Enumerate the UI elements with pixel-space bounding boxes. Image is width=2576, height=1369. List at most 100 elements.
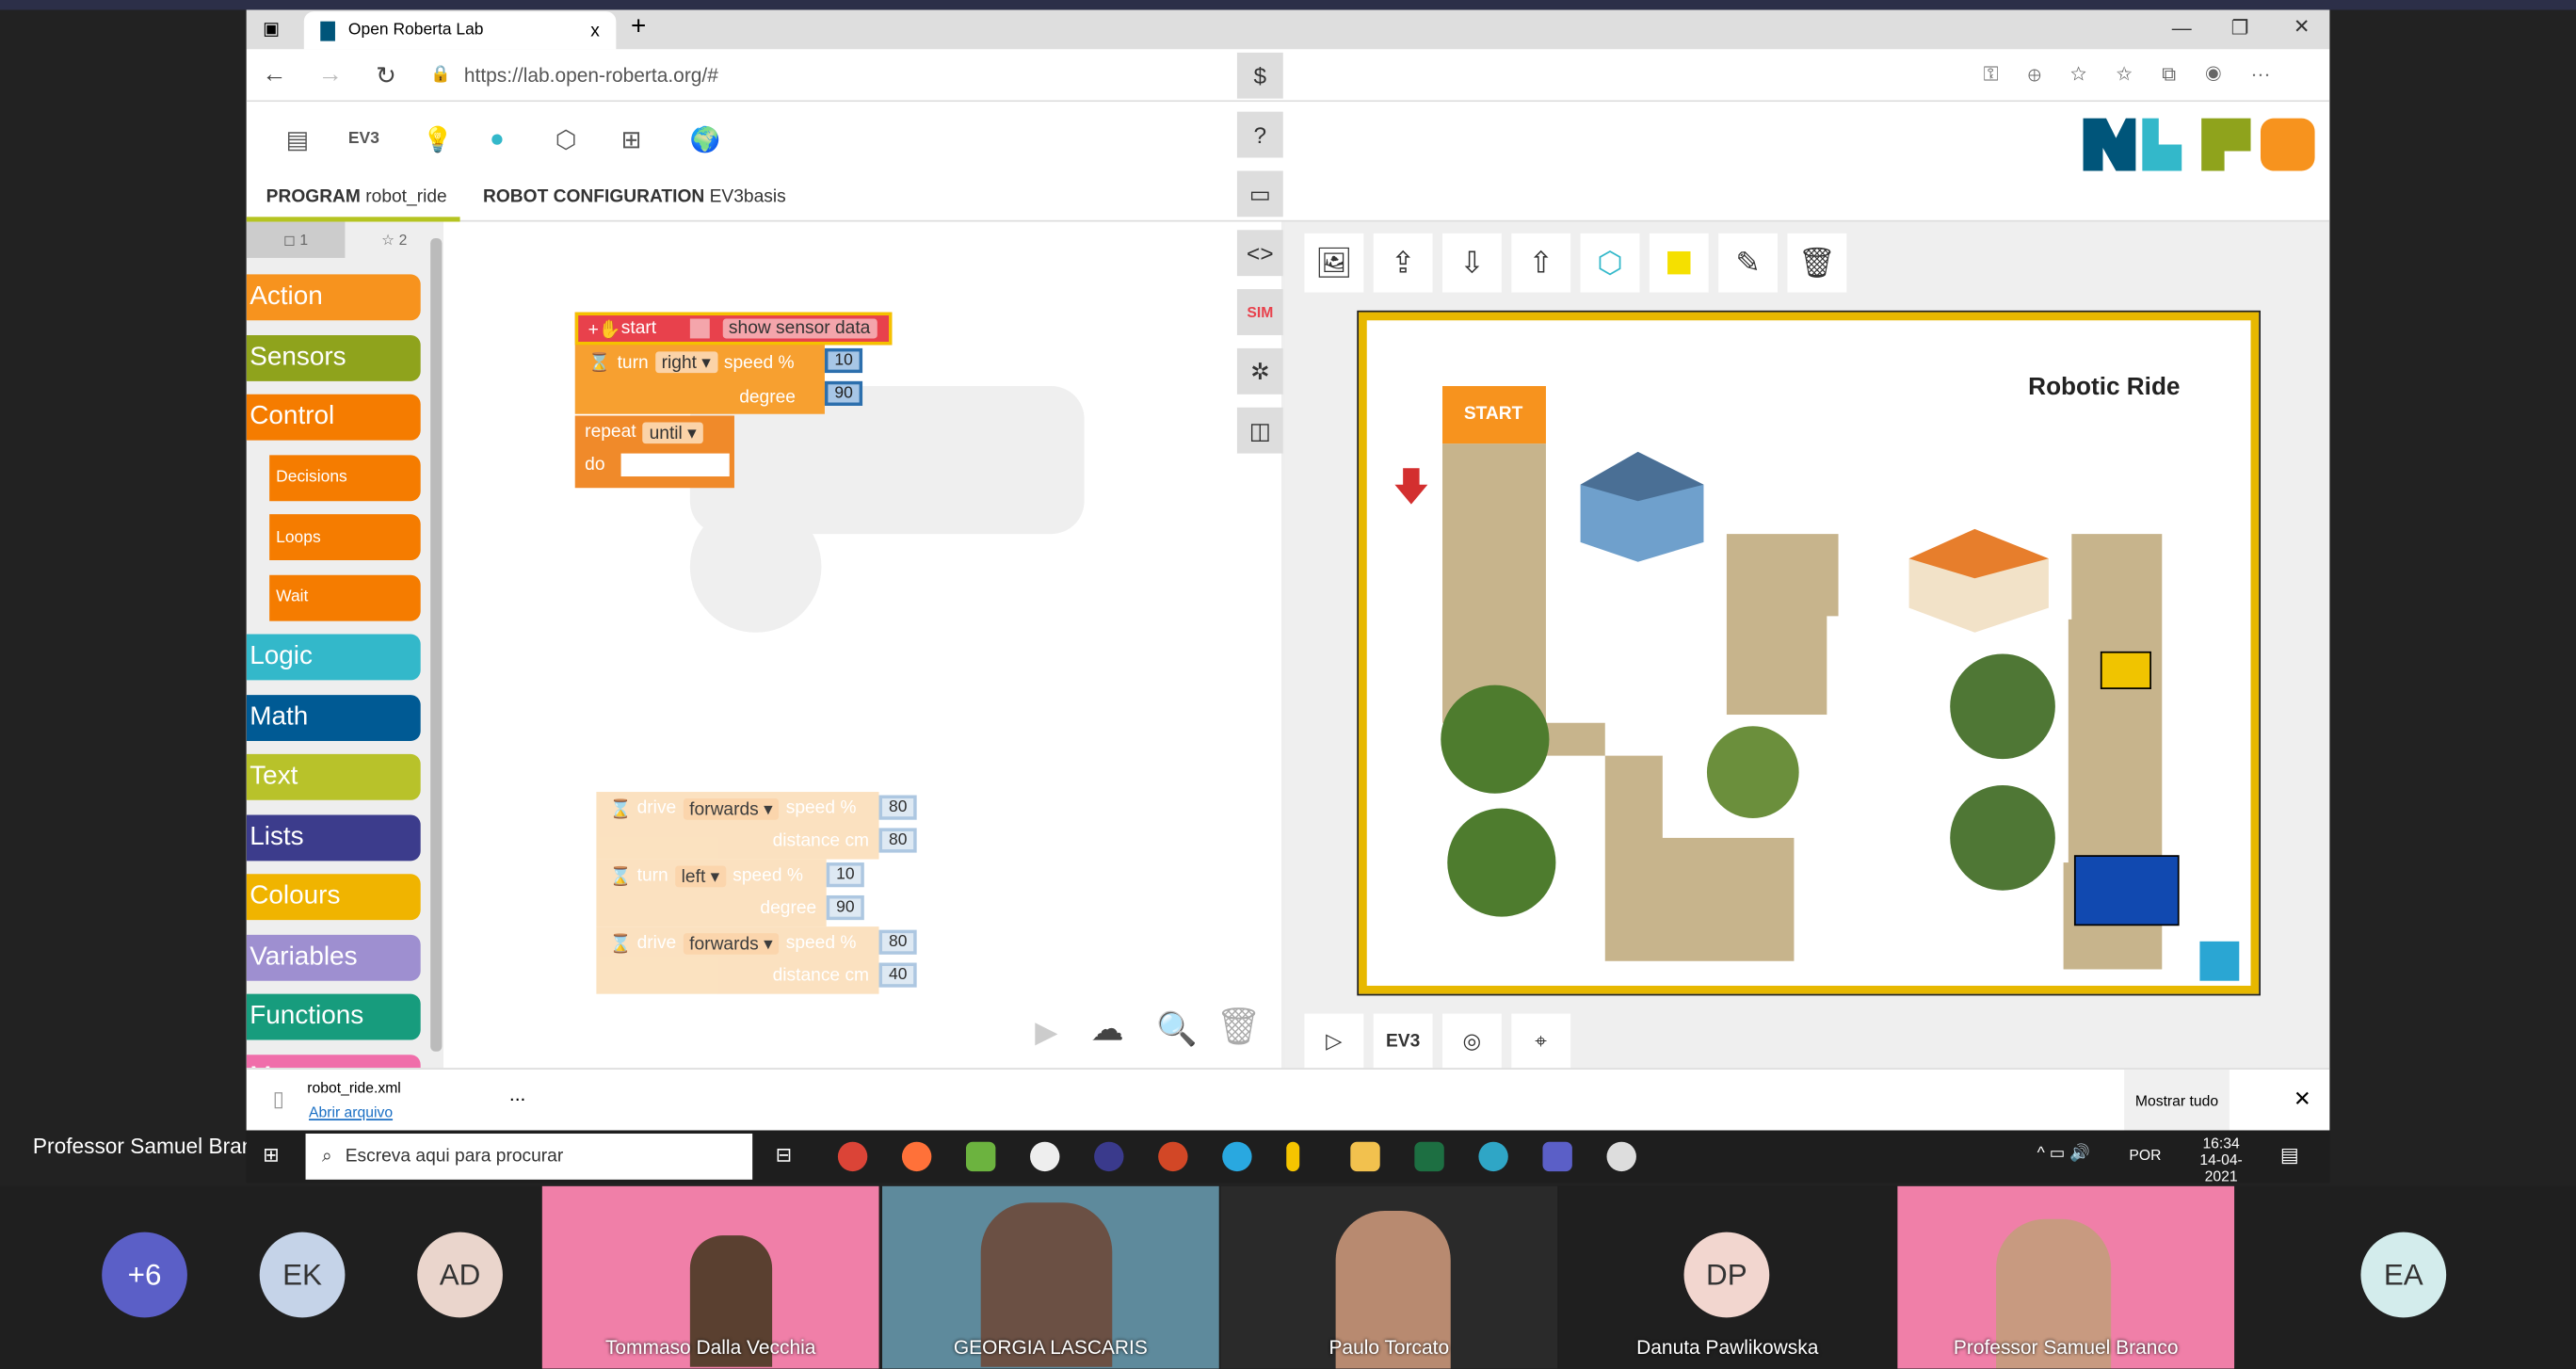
category-control[interactable]: Control: [246, 394, 421, 441]
comment-button[interactable]: ▭: [1236, 170, 1283, 217]
degree-input[interactable]: 90: [824, 380, 863, 406]
category-variables[interactable]: Variables: [246, 933, 421, 980]
direction-dropdown[interactable]: left ▾: [674, 864, 727, 887]
minimize-button[interactable]: —: [2172, 16, 2192, 39]
disabled-drive-block[interactable]: ⌛ drive forwards ▾ speed % distance cm 80 …: [596, 792, 917, 860]
turn-direction-dropdown[interactable]: right ▾: [654, 351, 717, 374]
level-tab-2[interactable]: ☆ 2: [345, 222, 443, 258]
repeat-until-block[interactable]: repeat until ▾ do: [574, 415, 734, 489]
tab-actions-icon[interactable]: ▣: [263, 18, 280, 40]
sim-button[interactable]: SIM: [1236, 289, 1283, 335]
feedback-button[interactable]: ◫: [1236, 407, 1283, 454]
task-view-icon[interactable]: ⊟: [776, 1143, 793, 1166]
chrome-icon[interactable]: [837, 1141, 868, 1172]
start-block[interactable]: +✋ start show sensor data: [574, 312, 893, 346]
category-logic[interactable]: Logic: [246, 634, 421, 681]
taskbar-search[interactable]: ⌕ Escreva aqui para procurar: [305, 1133, 753, 1180]
video-tile[interactable]: Paulo Torcato: [1220, 1185, 1558, 1369]
sim-play-icon[interactable]: ▷: [1304, 1013, 1364, 1069]
forward-icon[interactable]: →: [302, 61, 358, 89]
app-icon[interactable]: [1222, 1141, 1252, 1172]
video-tile[interactable]: GEORGIA LASCARIS: [882, 1185, 1219, 1369]
back-icon[interactable]: ←: [247, 61, 302, 89]
language-globe-icon[interactable]: 🌍: [690, 125, 721, 154]
category-lists[interactable]: Lists: [246, 813, 421, 861]
turn-block[interactable]: ⌛ turn right ▾ speed % degree 10 90: [574, 345, 863, 414]
simulation-field[interactable]: START Robotic Ride: [1357, 310, 2261, 996]
edge-icon[interactable]: [1478, 1141, 1508, 1172]
firefox-icon[interactable]: [901, 1141, 932, 1172]
run-program-icon[interactable]: ▶: [1035, 1015, 1057, 1050]
value-input[interactable]: 80: [878, 795, 917, 820]
robot-select-button[interactable]: EV3: [1373, 1013, 1433, 1069]
participant-avatar[interactable]: EA: [2360, 1232, 2447, 1318]
excel-icon[interactable]: [1414, 1141, 1444, 1172]
category-messages[interactable]: Messages: [246, 1054, 421, 1069]
close-tab-button[interactable]: x: [590, 21, 600, 40]
import-icon[interactable]: ⇩: [1442, 233, 1502, 293]
new-tab-button[interactable]: +: [631, 13, 646, 42]
app-icon[interactable]: [1606, 1141, 1636, 1172]
trash-icon[interactable]: 🗑: [1216, 1006, 1262, 1048]
apps-grid-icon[interactable]: ⊞: [621, 125, 642, 154]
refresh-icon[interactable]: ↻: [358, 60, 413, 89]
powerpoint-icon[interactable]: [1158, 1141, 1188, 1172]
zoom-reset-icon[interactable]: 🔍: [1156, 1008, 1197, 1050]
code-export-button[interactable]: $: [1236, 52, 1283, 99]
clock[interactable]: 16:34 14-04-2021: [2185, 1135, 2258, 1184]
blockly-workspace[interactable]: +✋ start show sensor data ⌛ turn right ▾ spe…: [443, 221, 1285, 1069]
participant-avatar[interactable]: AD: [417, 1232, 503, 1318]
close-window-button[interactable]: ✕: [2294, 15, 2310, 38]
url-input[interactable]: https://lab.open-roberta.org/#: [464, 63, 718, 86]
direction-dropdown[interactable]: forwards ▾: [683, 797, 780, 819]
notepad-icon[interactable]: [966, 1141, 996, 1172]
notifications-icon[interactable]: ▤: [2280, 1143, 2299, 1166]
value-input[interactable]: 10: [826, 862, 865, 888]
system-tray-icons[interactable]: ^ ▭ 🔊: [2037, 1145, 2090, 1163]
sensor-data-checkbox[interactable]: [689, 318, 709, 339]
language-indicator[interactable]: POR: [2129, 1147, 2161, 1163]
blue-target-area[interactable]: [2073, 855, 2180, 926]
category-wait[interactable]: Wait: [269, 573, 421, 620]
video-tile[interactable]: DP Danuta Pawlikowska: [1558, 1185, 1896, 1369]
browser-toolbar-icons[interactable]: ⚿⊕☆✩⧉◉⋯: [1984, 62, 2300, 87]
color-picker-icon[interactable]: ✎: [1718, 233, 1778, 293]
speed-input[interactable]: 10: [824, 347, 863, 374]
value-input[interactable]: 80: [878, 929, 917, 955]
app-icon[interactable]: [1286, 1141, 1300, 1172]
value-input[interactable]: 80: [878, 828, 917, 853]
category-math[interactable]: Math: [246, 694, 421, 741]
cloud-upload-icon[interactable]: ☁: [1091, 1008, 1124, 1050]
level-tab-1[interactable]: ◻ 1: [246, 221, 346, 258]
sound-icon[interactable]: ◎: [1442, 1013, 1502, 1069]
eclipse-icon[interactable]: [1094, 1141, 1124, 1172]
browser-tab[interactable]: Open Roberta Lab x: [303, 11, 617, 50]
debug-bug-icon[interactable]: ✲: [1236, 347, 1283, 395]
export-icon[interactable]: ⇪: [1373, 233, 1433, 293]
value-input[interactable]: 40: [878, 962, 917, 988]
category-decisions[interactable]: Decisions: [269, 454, 421, 501]
add-obstacle-cube-icon[interactable]: ⬡: [1580, 233, 1640, 293]
close-download-bar-icon[interactable]: ✕: [2294, 1086, 2311, 1112]
upload-scene-icon[interactable]: ⇧: [1511, 233, 1571, 293]
category-text[interactable]: Text: [246, 753, 421, 800]
app-icon[interactable]: [1030, 1141, 1060, 1172]
file-explorer-icon[interactable]: [1350, 1141, 1380, 1172]
category-colours[interactable]: Colours: [246, 874, 421, 921]
delete-icon[interactable]: 🗑: [1787, 233, 1847, 293]
more-participants-button[interactable]: +6: [102, 1232, 187, 1318]
maximize-button[interactable]: ❐: [2231, 16, 2249, 39]
show-all-button[interactable]: Mostrar tudo: [2124, 1069, 2230, 1131]
image-upload-icon[interactable]: 🖼: [1304, 233, 1364, 293]
color-area-icon[interactable]: [1649, 233, 1709, 293]
participant-avatar[interactable]: EK: [259, 1232, 346, 1318]
robot-ev3[interactable]: [2100, 651, 2151, 689]
value-input[interactable]: 90: [826, 894, 865, 921]
category-functions[interactable]: Functions: [246, 993, 421, 1040]
program-menu-icon[interactable]: ▤: [286, 125, 310, 154]
video-tile[interactable]: Tommaso Dalla Vecchia: [541, 1185, 879, 1369]
disabled-turn-block[interactable]: ⌛ turn left ▾ speed % degree 10 90: [596, 859, 865, 927]
category-sensors[interactable]: Sensors: [246, 334, 421, 380]
category-loops[interactable]: Loops: [269, 514, 421, 561]
open-file-link[interactable]: Abrir arquivo: [309, 1104, 393, 1120]
